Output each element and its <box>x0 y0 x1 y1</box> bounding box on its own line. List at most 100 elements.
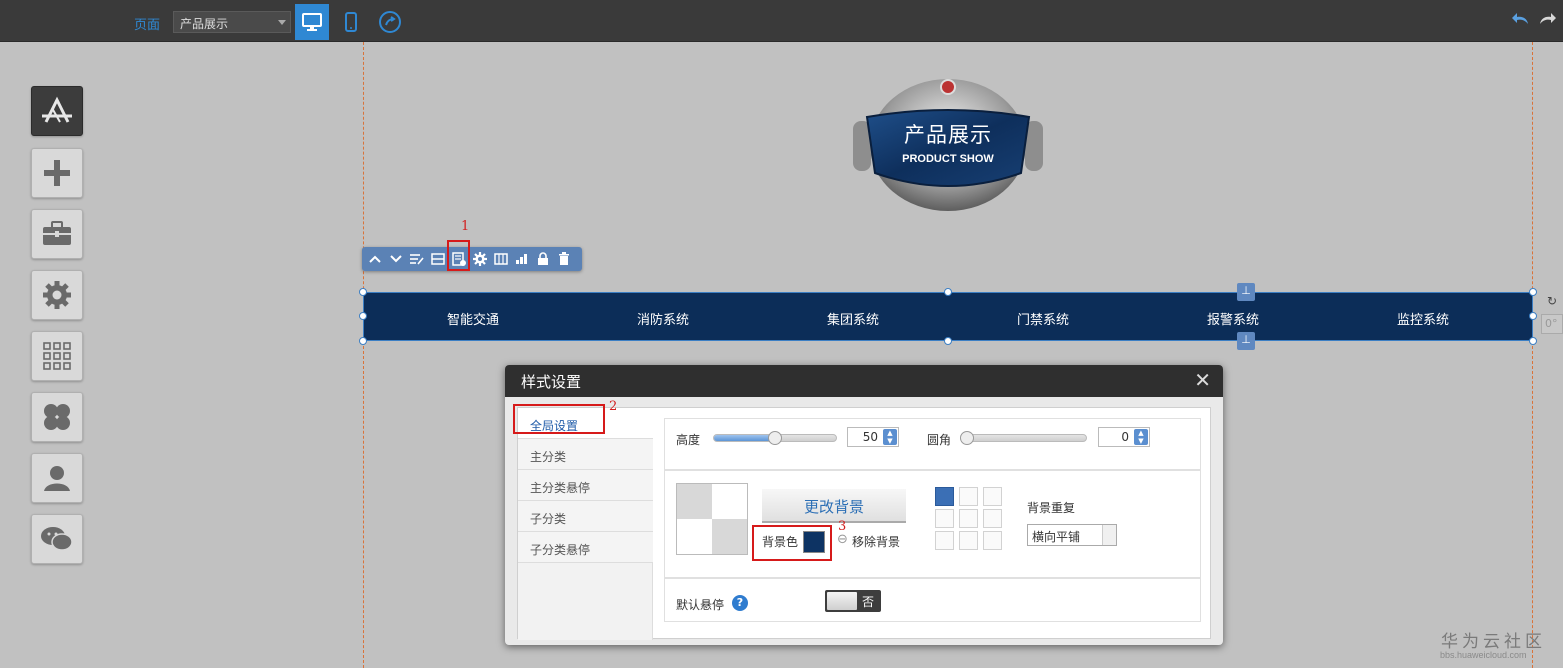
dialog-header[interactable]: 样式设置 ✕ <box>505 365 1223 397</box>
page-select-value: 产品展示 <box>180 17 229 31</box>
module-tool-button[interactable] <box>31 392 83 442</box>
navigation-bar[interactable]: 智能交通 消防系统 集团系统 门禁系统 报警系统 监控系统 <box>363 292 1533 341</box>
nav-item[interactable]: 门禁系统 <box>993 309 1093 328</box>
position-top-right[interactable] <box>983 487 1002 506</box>
wechat-icon <box>41 527 73 551</box>
nav-item[interactable]: 报警系统 <box>1183 309 1283 328</box>
nav-item[interactable]: 监控系统 <box>1373 309 1473 328</box>
height-value: 50 <box>862 430 878 444</box>
gear-icon <box>43 281 71 309</box>
close-icon[interactable]: ✕ <box>1194 370 1211 390</box>
height-label: 高度 <box>676 433 701 447</box>
chevron-down-icon <box>278 20 286 25</box>
anchor-bottom-icon[interactable]: ⊥ <box>1237 332 1255 350</box>
module-settings-button[interactable] <box>472 251 488 267</box>
gear-icon <box>473 252 487 266</box>
share-view-button[interactable] <box>373 4 407 40</box>
chevron-up-icon <box>369 255 381 263</box>
tab-sub-category-hover[interactable]: 子分类悬停 <box>518 532 653 563</box>
spinner-icon[interactable]: ▲ ▼ <box>1134 429 1148 445</box>
background-preview <box>676 483 748 555</box>
dialog-body: 全局设置 主分类 主分类悬停 子分类 子分类悬停 高度 50 ▲ ▼ 圆角 0 ▲ <box>517 407 1211 640</box>
lock-button[interactable] <box>535 251 551 267</box>
resize-handle[interactable] <box>359 312 367 320</box>
height-slider-fill <box>714 435 775 441</box>
highlight-box-3 <box>752 525 832 561</box>
remove-background-link[interactable]: 移除背景 <box>852 533 900 550</box>
resize-handle[interactable] <box>359 288 367 296</box>
toggle-knob <box>827 592 857 610</box>
delete-button[interactable] <box>556 251 572 267</box>
height-slider[interactable] <box>713 431 837 445</box>
resize-handle[interactable] <box>1529 312 1537 320</box>
rotation-input[interactable]: 0° <box>1541 314 1563 334</box>
position-bottom-right[interactable] <box>983 531 1002 550</box>
default-hover-toggle[interactable]: 否 <box>825 590 881 612</box>
height-slider-thumb[interactable] <box>768 431 782 445</box>
change-background-button[interactable]: 更改背景 <box>762 489 906 523</box>
app-icon <box>42 96 72 123</box>
resize-handle[interactable] <box>944 337 952 345</box>
hover-panel: 默认悬停 ? 否 <box>664 578 1201 622</box>
settings-tool-button[interactable] <box>31 270 83 320</box>
background-repeat-label: 背景重复 <box>1027 501 1076 515</box>
app-tool-button[interactable] <box>31 86 83 136</box>
position-top-center[interactable] <box>959 487 978 506</box>
chevron-down-icon <box>390 255 402 263</box>
position-top-left[interactable] <box>935 487 954 506</box>
left-guide-line <box>363 42 364 668</box>
nav-item[interactable]: 集团系统 <box>803 309 903 328</box>
radius-slider[interactable] <box>960 431 1087 445</box>
tab-sub-category[interactable]: 子分类 <box>518 501 653 532</box>
spinner-icon[interactable]: ▲ ▼ <box>883 429 897 445</box>
grid-icon <box>43 342 71 370</box>
resize-handle[interactable] <box>1529 288 1537 296</box>
redo-button[interactable] <box>1538 12 1556 28</box>
layout-button[interactable] <box>430 251 446 267</box>
position-bottom-center[interactable] <box>959 531 978 550</box>
nav-item[interactable]: 智能交通 <box>423 309 523 328</box>
product-show-logo[interactable]: 产品展示 PRODUCT SHOW <box>853 75 1043 213</box>
marker-2: 2 <box>609 399 618 414</box>
edit-content-button[interactable] <box>409 251 425 267</box>
logo-title-en: PRODUCT SHOW <box>902 153 994 165</box>
position-middle-left[interactable] <box>935 509 954 528</box>
position-center[interactable] <box>959 509 978 528</box>
desktop-view-button[interactable] <box>295 4 329 40</box>
columns-button[interactable] <box>493 251 509 267</box>
user-tool-button[interactable] <box>31 453 83 503</box>
help-icon[interactable]: ? <box>732 595 748 611</box>
undo-icon <box>1512 13 1528 24</box>
background-repeat-select[interactable]: 横向平铺 <box>1027 524 1117 546</box>
wechat-tool-button[interactable] <box>31 514 83 564</box>
mobile-view-button[interactable] <box>334 4 368 40</box>
background-panel: 更改背景 背景色 ⊖ 移除背景 背景重复 横向平铺 <box>664 470 1201 578</box>
toolbox-tool-button[interactable] <box>31 209 83 259</box>
position-bottom-left[interactable] <box>935 531 954 550</box>
rotate-icon[interactable]: ↻ <box>1547 294 1557 308</box>
remove-icon[interactable]: ⊖ <box>837 532 848 547</box>
top-bar: 页面 产品展示 <box>0 0 1563 42</box>
resize-handle[interactable] <box>1529 337 1537 345</box>
side-tabs: 全局设置 主分类 主分类悬停 子分类 子分类悬停 <box>518 408 653 640</box>
resize-handle[interactable] <box>359 337 367 345</box>
radius-input[interactable]: 0 ▲ ▼ <box>1098 427 1150 447</box>
page-select[interactable]: 产品展示 <box>173 11 291 33</box>
phone-icon <box>345 12 357 32</box>
anchor-top-icon[interactable]: ⊥ <box>1237 283 1255 301</box>
position-middle-right[interactable] <box>983 509 1002 528</box>
radius-slider-thumb[interactable] <box>960 431 974 445</box>
nav-item[interactable]: 消防系统 <box>613 309 713 328</box>
undo-button[interactable] <box>1512 12 1530 28</box>
watermark-title: 华为云社区 <box>1441 632 1546 652</box>
statistics-button[interactable] <box>514 251 530 267</box>
tab-main-category[interactable]: 主分类 <box>518 439 653 470</box>
height-input[interactable]: 50 ▲ ▼ <box>847 427 899 447</box>
transparent-checker <box>677 484 747 554</box>
tab-main-category-hover[interactable]: 主分类悬停 <box>518 470 653 501</box>
grid-tool-button[interactable] <box>31 331 83 381</box>
add-tool-button[interactable] <box>31 148 83 198</box>
move-down-button[interactable] <box>388 251 404 267</box>
move-up-button[interactable] <box>367 251 383 267</box>
resize-handle[interactable] <box>944 288 952 296</box>
